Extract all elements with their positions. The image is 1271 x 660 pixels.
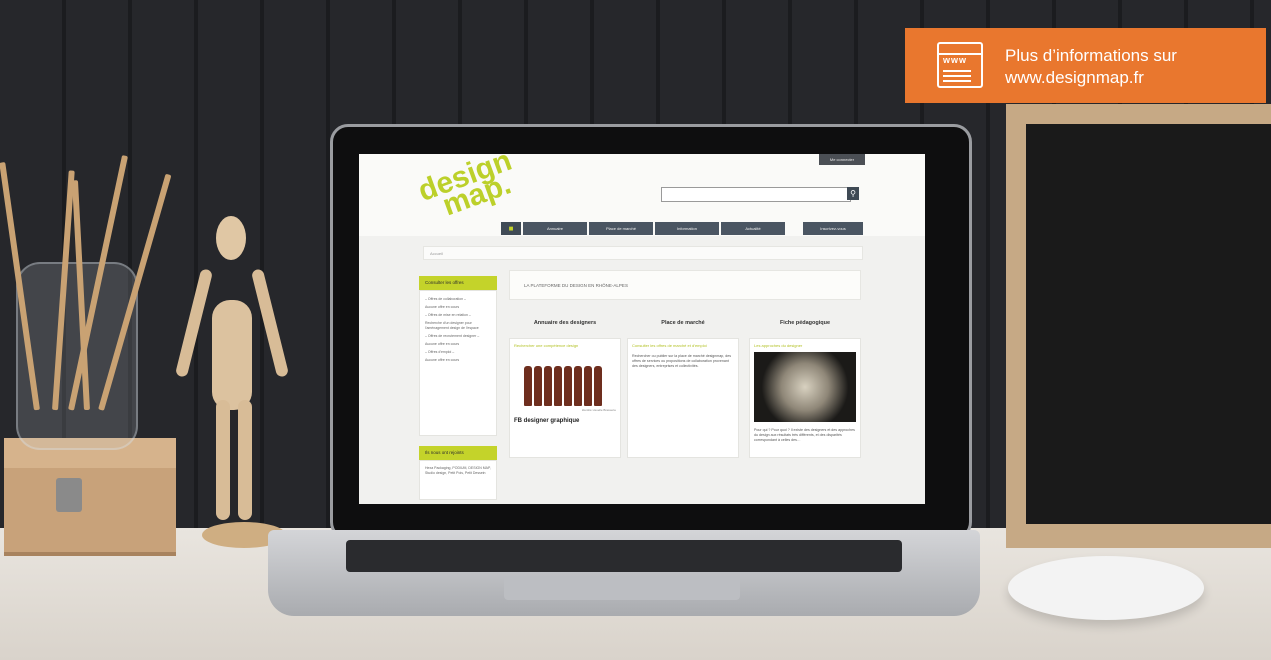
- sidebar-line: – Offres d'emploi –: [425, 350, 455, 354]
- sidebar: Consulter les offres – Offres de collabo…: [419, 276, 497, 500]
- info-badge[interactable]: www Plus d’informations sur www.designma…: [905, 28, 1266, 103]
- column-fiche: Fiche pédagogique Les approches du desig…: [749, 320, 861, 458]
- sidebar-link[interactable]: Recherche d'un designer pour l'aménageme…: [425, 321, 491, 331]
- computer-mouse: [1008, 556, 1204, 620]
- lights-photo[interactable]: [754, 352, 856, 422]
- search-input[interactable]: [661, 187, 851, 202]
- column-place-de-marche: Place de marché Consulter les offres de …: [627, 320, 739, 458]
- nav-home[interactable]: ■: [501, 222, 521, 235]
- column-card: Rechercher une compétence design Identit…: [509, 338, 621, 458]
- sidebar-link[interactable]: Aucune offre en cours: [425, 342, 491, 347]
- figure-leg: [238, 400, 252, 520]
- info-line1: Plus d’informations sur: [1005, 46, 1177, 65]
- trackpad: [504, 576, 740, 600]
- column-title: Annuaire des designers: [533, 320, 597, 326]
- signup-button[interactable]: Inscrivez-vous: [803, 222, 863, 235]
- column-card: Consulter les offres de marché et d'empl…: [627, 338, 739, 458]
- column-text: Pour qui ? Pour quoi ? Il existe des des…: [754, 428, 855, 442]
- wooden-figure: [212, 300, 252, 410]
- sidebar-joined-text: Hexa Packaging, PODIUM, DESIGN MAP, Stud…: [419, 460, 497, 500]
- sidebar-line: – Offres de collaboration –: [425, 297, 466, 301]
- sidebar-head-joined: Ils nous ont rejoints: [419, 446, 497, 460]
- laptop-base: [268, 530, 980, 616]
- designer-heading[interactable]: FB designer graphique: [514, 418, 616, 424]
- www-label: www: [943, 55, 968, 65]
- image-caption: Identité visuelle Brasserie: [581, 408, 616, 412]
- wooden-box: [4, 438, 176, 556]
- figure-leg: [216, 400, 230, 520]
- nav-annuaire[interactable]: Annuaire: [523, 222, 587, 235]
- nav-information[interactable]: Information: [655, 222, 719, 235]
- sidebar-line: – Offres de recrutement designer –: [425, 334, 480, 338]
- search-icon: ⚲: [850, 189, 856, 198]
- column-card: Les approches du designer Pour qui ? Pou…: [749, 338, 861, 458]
- platform-banner: LA PLATEFORME DU DESIGN EN RHÔNE-ALPES: [509, 270, 861, 300]
- nav-actualite[interactable]: Actualité: [721, 222, 785, 235]
- column-link[interactable]: Consulter les offres de marché et d'empl…: [632, 343, 734, 348]
- sidebar-offres-box: – Offres de collaboration – Aucune offre…: [419, 290, 497, 436]
- column-title: Place de marché: [661, 320, 705, 326]
- sidebar-link[interactable]: Aucune offre en cours: [425, 305, 491, 310]
- sidebar-link[interactable]: Aucune offre en cours: [425, 358, 491, 363]
- column-link[interactable]: Les approches du designer: [754, 343, 856, 348]
- photo-scene: Me connecter design map. ⚲ ■ Annuaire Pl…: [0, 0, 1271, 660]
- column-annuaire: Annuaire des designers Rechercher une co…: [509, 320, 621, 458]
- login-button[interactable]: Me connecter: [819, 154, 865, 165]
- sidebar-head-offres: Consulter les offres: [419, 276, 497, 290]
- laptop-screen: Me connecter design map. ⚲ ■ Annuaire Pl…: [359, 154, 925, 504]
- info-url[interactable]: www.designmap.fr: [1005, 68, 1144, 88]
- chalkboard: [1006, 104, 1271, 548]
- column-title: Fiche pédagogique: [779, 320, 831, 326]
- keyboard: [346, 540, 902, 572]
- column-text: Rechercher ou publier sur la place de ma…: [632, 354, 732, 368]
- home-icon: ■: [508, 224, 514, 233]
- browser-www-icon: www: [937, 42, 983, 88]
- site-header: Me connecter design map. ⚲ ■ Annuaire Pl…: [359, 154, 925, 236]
- column-link[interactable]: Rechercher une compétence design: [514, 343, 616, 348]
- search-button[interactable]: ⚲: [847, 187, 859, 200]
- figure-head: [216, 216, 246, 260]
- nav-place-de-marche[interactable]: Place de marché: [589, 222, 653, 235]
- sidebar-line: – Offres de mise en relation –: [425, 313, 471, 317]
- bottles-image[interactable]: [514, 366, 616, 406]
- main-nav: ■ Annuaire Place de marché Information A…: [501, 222, 785, 235]
- breadcrumb[interactable]: Accueil: [423, 246, 863, 260]
- box-clasp: [56, 478, 82, 512]
